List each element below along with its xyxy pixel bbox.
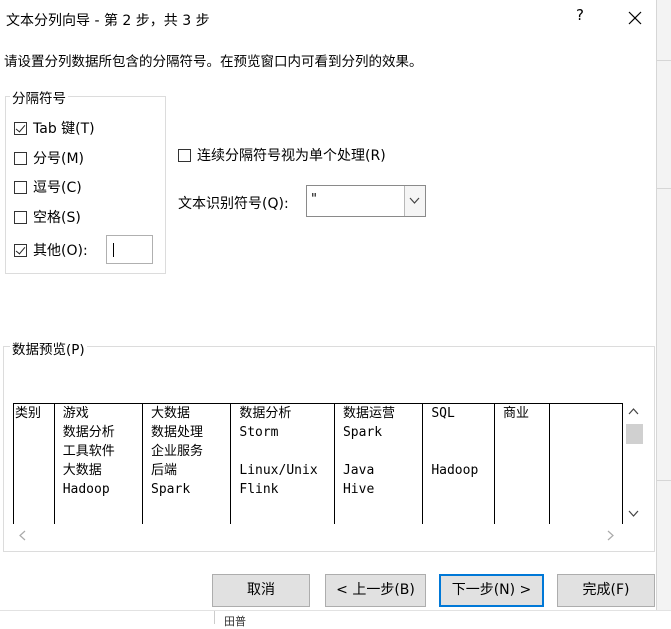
chevron-down-icon [409,197,420,204]
text-qualifier-value: " [311,192,317,207]
space-label: 空格(S) [33,210,81,226]
close-button[interactable] [622,6,648,30]
text-caret [113,243,114,257]
space-checkbox[interactable] [14,210,27,224]
scroll-up-icon[interactable] [628,408,639,415]
sheet-gridline [656,480,671,481]
cell-text: Java [342,463,375,478]
preview-cell: 数据运营 Spark Java Hive [335,404,422,499]
preview-cell: 数据分析 Storm Linux/Unix Flink [231,404,334,499]
other-delimiter-input[interactable] [106,235,153,264]
sheet-gridline [656,60,671,61]
cell-text: 类别 [15,406,42,421]
sheet-gridline [656,188,671,189]
cell-text: Hive [342,482,375,497]
finish-button[interactable]: 完成(F) [557,574,655,607]
sheet-gridline [214,611,215,624]
preview-cell: 类别 [14,404,54,423]
semicolon-checkbox-row[interactable]: 分号(M) [14,149,84,167]
data-preview[interactable]: 类别 游戏 数据分析 工具软件 大数据 Hadoop 大数据 数据处理 企业服务… [9,374,623,526]
close-icon [628,11,642,25]
preview-cell: 商业 [495,404,550,423]
preview-table: 类别 游戏 数据分析 工具软件 大数据 Hadoop 大数据 数据处理 企业服务… [13,403,623,524]
comma-checkbox-row[interactable]: 逗号(C) [14,178,82,196]
semicolon-checkbox[interactable] [14,151,27,165]
background-sheet-bottom: 田普 [0,610,671,628]
semicolon-label: 分号(M) [33,151,85,167]
tab-checkbox[interactable] [14,121,27,135]
cell-text: Linux/Unix [239,463,318,478]
cell-text: 数据分析 [239,406,292,421]
cell-text: 工具软件 [62,444,115,459]
cell-text: 企业服务 [151,444,204,459]
next-button[interactable]: 下一步(N) > [439,574,544,607]
cell-text: Hadoop [431,463,479,478]
comma-checkbox[interactable] [14,180,27,194]
background-sheet-edge [656,0,671,623]
preview-cell: 游戏 数据分析 工具软件 大数据 Hadoop [55,404,142,499]
instruction-text: 请设置分列数据所包含的分隔符号。在预览窗口内可看到分列的效果。 [4,54,423,70]
tab-checkbox-row[interactable]: Tab 键(T) [14,119,95,137]
cell-text: 后端 [151,463,178,478]
background-cell-text: 田普 [224,615,246,628]
cell-text: Spark [151,482,191,497]
comma-label: 逗号(C) [33,180,82,196]
cell-text: SQL [431,406,455,421]
preview-cell: SQL Hadoop [423,404,494,480]
text-qualifier-select[interactable]: " [306,185,426,217]
preview-cell [550,404,622,524]
other-checkbox[interactable] [14,243,27,257]
tab-label: Tab 键(T) [33,121,95,137]
scroll-down-icon[interactable] [628,510,639,517]
cell-text: 数据分析 [62,425,115,440]
consecutive-checkbox[interactable] [178,148,191,162]
back-button[interactable]: < 上一步(B) [325,574,426,607]
space-checkbox-row[interactable]: 空格(S) [14,208,81,226]
consecutive-label: 连续分隔符号视为单个处理(R) [197,148,386,164]
other-label: 其他(O): [33,243,88,259]
cancel-button[interactable]: 取消 [212,574,310,607]
cell-text: 游戏 [62,406,89,421]
preview-vertical-scrollbar[interactable] [623,404,645,524]
preview-cell: 大数据 数据处理 企业服务 后端 Spark [143,404,230,499]
dialog-title: 文本分列向导 - 第 2 步，共 3 步 [6,13,210,29]
cell-text: Hadoop [62,482,110,497]
cell-text: 商业 [502,406,529,421]
cell-text: 大数据 [62,463,102,478]
scroll-right-icon[interactable] [607,530,614,541]
consecutive-checkbox-row[interactable]: 连续分隔符号视为单个处理(R) [178,146,386,164]
cell-text: 数据运营 [342,406,395,421]
dropdown-button[interactable] [404,186,425,216]
cell-text: Storm [239,425,279,440]
other-checkbox-row[interactable]: 其他(O): [14,241,88,259]
cell-text: 数据处理 [151,425,204,440]
preview-row: 类别 游戏 数据分析 工具软件 大数据 Hadoop 大数据 数据处理 企业服务… [13,403,623,524]
cell-text: Spark [342,425,383,440]
text-qualifier-label: 文本识别符号(Q): [178,196,289,212]
delimiters-legend: 分隔符号 [10,87,68,107]
preview-legend: 数据预览(P) [10,338,87,358]
scrollbar-thumb[interactable] [626,424,643,444]
help-button[interactable]: ? [570,6,590,28]
preview-horizontal-scrollbar[interactable] [9,527,623,543]
scroll-left-icon[interactable] [19,530,26,541]
cell-text: 大数据 [151,406,191,421]
cell-text: Flink [239,482,279,497]
